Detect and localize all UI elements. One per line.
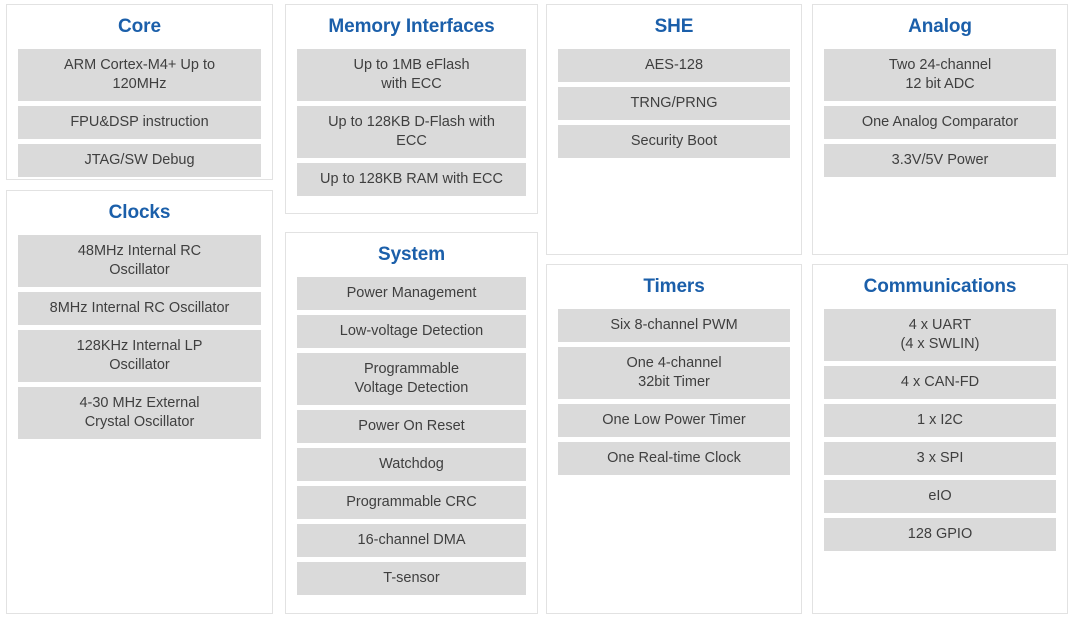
feature-item: Low-voltage Detection [297, 315, 526, 348]
feature-item: T-sensor [297, 562, 526, 595]
feature-item: 4 x UART (4 x SWLIN) [824, 309, 1056, 361]
panel-title-clocks: Clocks [7, 191, 272, 235]
panel-title-memory-interfaces: Memory Interfaces [286, 5, 537, 49]
feature-item: Six 8-channel PWM [558, 309, 790, 342]
feature-item: 8MHz Internal RC Oscillator [18, 292, 261, 325]
panel-memory-interfaces: Memory Interfaces Up to 1MB eFlash with … [285, 4, 538, 214]
panel-title-system: System [286, 233, 537, 277]
feature-item: Up to 128KB RAM with ECC [297, 163, 526, 196]
feature-item: Up to 128KB D-Flash with ECC [297, 106, 526, 158]
feature-item: 1 x I2C [824, 404, 1056, 437]
feature-item: 4-30 MHz External Crystal Oscillator [18, 387, 261, 439]
feature-item: 3 x SPI [824, 442, 1056, 475]
feature-item: AES-128 [558, 49, 790, 82]
feature-item: Security Boot [558, 125, 790, 158]
panel-communications: Communications 4 x UART (4 x SWLIN) 4 x C… [812, 264, 1068, 614]
feature-item: One Real-time Clock [558, 442, 790, 475]
panel-items-system: Power Management Low-voltage Detection Pro… [286, 277, 537, 611]
feature-item: 4 x CAN-FD [824, 366, 1056, 399]
feature-item: JTAG/SW Debug [18, 144, 261, 177]
panel-items-memory-interfaces: Up to 1MB eFlash with ECCUp to 128KB D-F… [286, 49, 537, 212]
feature-item: FPU&DSP instruction [18, 106, 261, 139]
panel-items-analog: Two 24-channel 12 bit ADC One Analog Comp… [813, 49, 1067, 193]
feature-item: 16-channel DMA [297, 524, 526, 557]
panel-she: SHE AES-128 TRNG/PRNG Security Boot [546, 4, 802, 255]
feature-item: 48MHz Internal RC Oscillator [18, 235, 261, 287]
feature-item: Programmable Voltage Detection [297, 353, 526, 405]
panel-clocks: Clocks 48MHz Internal RC Oscillator 8MHz … [6, 190, 273, 614]
panel-title-analog: Analog [813, 5, 1067, 49]
panel-items-communications: 4 x UART (4 x SWLIN) 4 x CAN-FD 1 x I2C 3 x… [813, 309, 1067, 567]
feature-item: ARM Cortex-M4+ Up to 120MHz [18, 49, 261, 101]
feature-item: 128KHz Internal LP Oscillator [18, 330, 261, 382]
panel-title-she: SHE [547, 5, 801, 49]
feature-item: Two 24-channel 12 bit ADC [824, 49, 1056, 101]
feature-item: eIO [824, 480, 1056, 513]
panel-items-clocks: 48MHz Internal RC Oscillator 8MHz Interna… [7, 235, 272, 455]
feature-item: Power Management [297, 277, 526, 310]
feature-item: One 4-channel 32bit Timer [558, 347, 790, 399]
feature-item: 3.3V/5V Power [824, 144, 1056, 177]
feature-item: TRNG/PRNG [558, 87, 790, 120]
feature-item: 128 GPIO [824, 518, 1056, 551]
feature-item: One Analog Comparator [824, 106, 1056, 139]
feature-item: Programmable CRC [297, 486, 526, 519]
panel-system: System Power Management Low-voltage Detec… [285, 232, 538, 614]
panel-items-timers: Six 8-channel PWM One 4-channel 32bit Tim… [547, 309, 801, 491]
panel-title-core: Core [7, 5, 272, 49]
panel-core: Core ARM Cortex-M4+ Up to 120MHz FPU&DSP … [6, 4, 273, 180]
panel-items-she: AES-128 TRNG/PRNG Security Boot [547, 49, 801, 174]
feature-item: Up to 1MB eFlash with ECC [297, 49, 526, 101]
feature-item: Watchdog [297, 448, 526, 481]
feature-item: One Low Power Timer [558, 404, 790, 437]
panel-timers: Timers Six 8-channel PWM One 4-channel 32… [546, 264, 802, 614]
panel-items-core: ARM Cortex-M4+ Up to 120MHz FPU&DSP instr… [7, 49, 272, 193]
feature-block-diagram: Core ARM Cortex-M4+ Up to 120MHz FPU&DSP … [0, 0, 1080, 621]
panel-analog: Analog Two 24-channel 12 bit ADC One Anal… [812, 4, 1068, 255]
feature-item: Power On Reset [297, 410, 526, 443]
panel-title-timers: Timers [547, 265, 801, 309]
panel-title-communications: Communications [813, 265, 1067, 309]
